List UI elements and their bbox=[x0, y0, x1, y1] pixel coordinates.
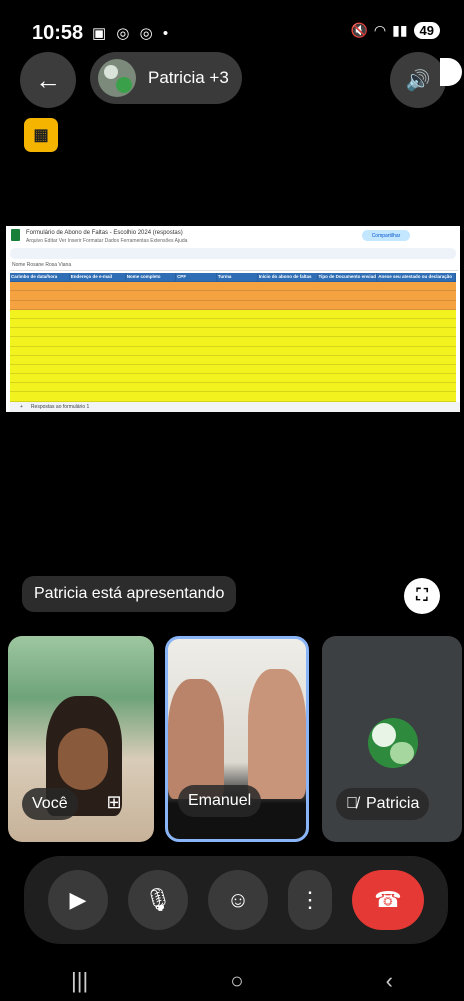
arrow-left-icon: ← bbox=[35, 64, 61, 95]
sheet-header-cell: CPF bbox=[176, 273, 217, 282]
sheets-logo-icon bbox=[11, 229, 20, 241]
sheet-header-row: Carimbo de data/hora Endereço de e-mail … bbox=[10, 273, 456, 283]
fullscreen-icon: ⛶ bbox=[416, 587, 428, 604]
sheet-header-cell: Endereço de e-mail bbox=[70, 273, 126, 282]
sheet-row bbox=[10, 355, 456, 365]
system-nav-bar: ||| ○ ‹ bbox=[0, 960, 464, 1001]
sheet-formula-bar: Nome Rosane Rosa Viana bbox=[10, 262, 458, 271]
speaker-icon: 🔊 bbox=[405, 69, 431, 92]
fullscreen-button[interactable]: ⛶ bbox=[404, 578, 440, 614]
group-avatar bbox=[98, 59, 136, 97]
tile-emanuel[interactable]: Emanuel bbox=[165, 636, 309, 842]
microphone-icon: 🎙 bbox=[144, 887, 172, 912]
tile-patricia[interactable]: 🎙̸ Patricia bbox=[322, 636, 462, 842]
tile-label-emanuel: Emanuel bbox=[178, 785, 262, 817]
dot-icon: • bbox=[162, 25, 172, 42]
sheet-row bbox=[10, 392, 456, 402]
emanuel-video-person bbox=[168, 679, 224, 799]
sheet-toolbar bbox=[10, 248, 456, 259]
more-vert-icon: ⋮ bbox=[299, 887, 321, 912]
participants-pill[interactable]: Patricia +3 bbox=[90, 52, 242, 104]
status-time: 10:58 bbox=[32, 22, 84, 44]
sheet-row bbox=[10, 309, 456, 319]
sheet-row bbox=[10, 383, 456, 393]
emoji-icon: ☺ bbox=[226, 887, 250, 912]
recents-icon[interactable]: ||| bbox=[71, 968, 88, 994]
sheet-header-cell: Anexe seu atestado ou declaração bbox=[377, 273, 456, 282]
shared-screen: Formulário de Abono de Faltas - Escolhio… bbox=[6, 226, 460, 412]
reactions-button[interactable]: ☺ bbox=[208, 870, 268, 930]
presenting-banner: Patricia está apresentando bbox=[22, 576, 237, 612]
emanuel-video-person bbox=[248, 669, 306, 799]
add-effect-icon[interactable]: ⊞ bbox=[100, 788, 128, 816]
wifi-icon: ◠ bbox=[373, 22, 387, 38]
sheet-row bbox=[10, 318, 456, 329]
sheet-header-cell: Carimbo de data/hora bbox=[10, 273, 70, 282]
whatsapp-business-icon: ◎ bbox=[139, 25, 156, 42]
back-button[interactable]: ← bbox=[20, 52, 76, 108]
sheet-row bbox=[10, 337, 456, 347]
sheet-tab: Respostas ao formulário 1 bbox=[30, 404, 90, 410]
camera-button[interactable]: ▶ bbox=[48, 870, 108, 930]
mute-icon: 🔇 bbox=[350, 22, 368, 38]
sheet-header-cell: Tipo de Documento enviado bbox=[318, 273, 378, 282]
sheet-header-cell: Início do abono de faltas bbox=[258, 273, 318, 282]
screen-share-badge-icon: ▦ bbox=[24, 118, 58, 152]
battery-icon: 49 bbox=[413, 22, 440, 39]
patricia-avatar bbox=[368, 718, 418, 768]
sheet-header-cell: Turma bbox=[217, 273, 258, 282]
sheet-row bbox=[10, 346, 456, 356]
more-options-button[interactable]: ⋮ bbox=[288, 870, 332, 930]
add-sheet-icon: + bbox=[20, 404, 23, 410]
self-video-face bbox=[58, 728, 108, 790]
sheet-header-cell: Nome completo bbox=[126, 273, 177, 282]
sheet-row bbox=[10, 291, 456, 301]
whatsapp-icon: ◎ bbox=[116, 25, 133, 42]
sheet-menu: Arquivo Editar Ver Inserir Formatar Dado… bbox=[26, 238, 188, 244]
mic-button[interactable]: 🎙 bbox=[128, 870, 188, 930]
end-call-button[interactable]: ☎ bbox=[352, 870, 424, 930]
participants-label: Patricia +3 bbox=[148, 68, 229, 87]
sheet-row bbox=[10, 282, 456, 292]
home-icon[interactable]: ○ bbox=[230, 968, 243, 994]
notification-icons: ▣ ◎ ◎ • bbox=[92, 24, 171, 42]
overlay-shape bbox=[440, 58, 462, 86]
hang-up-icon: ☎ bbox=[374, 887, 402, 912]
sheet-row bbox=[10, 328, 456, 338]
sheet-title: Formulário de Abono de Faltas - Escolhio… bbox=[26, 230, 183, 236]
back-nav-icon[interactable]: ‹ bbox=[386, 968, 393, 994]
speaker-button[interactable]: 🔊 bbox=[390, 52, 446, 108]
tile-label-you: Você bbox=[22, 788, 78, 820]
tile-label-patricia-text: Patricia bbox=[366, 795, 420, 812]
linkedin-icon: ▣ bbox=[92, 25, 110, 42]
sheet-row bbox=[10, 300, 456, 310]
sheet-row bbox=[10, 364, 456, 375]
tile-label-patricia: 🎙̸ Patricia bbox=[336, 788, 430, 820]
sheet-grid: Carimbo de data/hora Endereço de e-mail … bbox=[10, 273, 456, 411]
sheet-tabs: + Respostas ao formulário 1 bbox=[10, 402, 460, 412]
signal-icon: ▮▮ bbox=[392, 22, 408, 38]
status-right: 🔇 ◠ ▮▮ 49 bbox=[350, 22, 440, 39]
sheet-share-button: Compartilhar bbox=[362, 230, 410, 241]
mic-off-icon: 🎙̸ bbox=[346, 795, 358, 812]
video-camera-icon: ▶ bbox=[69, 887, 87, 912]
tile-you[interactable]: Você ⊞ bbox=[8, 636, 154, 842]
sheet-row bbox=[10, 374, 456, 384]
